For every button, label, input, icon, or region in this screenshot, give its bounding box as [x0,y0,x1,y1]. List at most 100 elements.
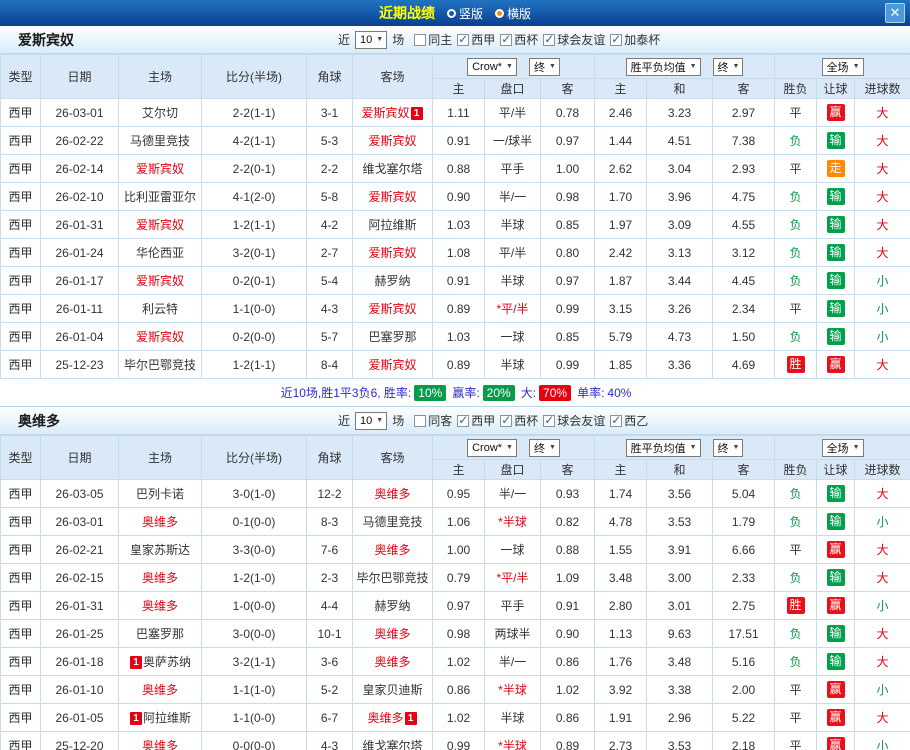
corner-cell: 5-3 [306,126,353,155]
away-team-cell: 皇家贝迪斯 [352,675,433,704]
avg-away-cell: 5.04 [712,479,776,508]
away-odds-cell: 0.99 [539,294,596,323]
recent-count-dropdown[interactable]: 10 ▼ [355,30,388,49]
col-let: 让球 [816,459,856,480]
close-button[interactable]: ✕ [885,3,905,23]
league-filter-checkbox[interactable]: 西杯 [500,31,538,48]
handicap-result-cell: 输 [816,563,856,592]
checkbox-icon [543,413,556,427]
col-avg-home: 主 [594,78,648,99]
avg-home-cell: 3.15 [594,294,648,323]
result-cell: 平 [774,98,818,127]
corner-cell: 5-4 [306,266,353,295]
home-odds-cell: 0.91 [432,126,485,155]
away-team-name: 毕尔巴鄂竞技 [356,571,429,585]
chevron-down-icon: ▼ [548,444,556,451]
layout-radio-option[interactable]: 竖版 [446,5,483,22]
odds-source-dropdown[interactable]: Crow* ▼ [467,57,517,76]
col-odds-away: 客 [539,459,596,480]
home-odds-cell: 1.11 [432,98,485,127]
chevron-down-icon: ▼ [732,444,740,451]
away-team-name: 奥维多 [374,487,411,501]
avg-dropdown[interactable]: 胜平负均值 ▼ [625,57,701,76]
full-match-dropdown[interactable]: 全场 ▼ [821,438,864,457]
avg-final-dropdown[interactable]: 终 ▼ [712,438,744,457]
corner-cell: 4-4 [306,591,353,620]
match-row: 西甲 26-01-11 利云特 1-1(0-0) 4-3 爱斯宾奴 0.89 *平/半 0.99… [0,294,910,323]
away-team-cell: 阿拉维斯 [352,210,433,239]
col-goals: 进球数 [854,459,910,480]
col-date: 日期 [40,435,119,480]
league-cell: 西甲 [0,703,41,732]
date-cell: 26-02-21 [40,535,119,564]
avg-value: 胜平负均值 [630,442,686,455]
odds-source-dropdown[interactable]: Crow* ▼ [467,438,517,457]
league-filter-checkbox[interactable]: 加泰杯 [610,31,660,48]
col-home: 主场 [118,435,202,480]
home-team-name: 马德里竞技 [129,134,190,148]
avg-home-cell: 1.55 [594,535,648,564]
checkbox-label: 加泰杯 [624,33,661,47]
avg-draw-cell: 3.04 [646,154,714,183]
match-row: 西甲 26-01-04 爱斯宾奴 0-2(0-0) 5-7 巴塞罗那 1.03 一球 0.85 5… [0,322,910,351]
avg-home-cell: 1.74 [594,479,648,508]
odds-final-dropdown[interactable]: 终 ▼ [528,438,560,457]
handicap-result-text: 输 [826,244,845,261]
match-row: 西甲 26-01-31 爱斯宾奴 1-2(1-1) 4-2 阿拉维斯 1.03 半球 0.85 1… [0,210,910,239]
avg-draw-cell: 3.91 [646,535,714,564]
handicap-cell: 两球半 [484,619,541,648]
team-name: 奥维多 [18,412,60,429]
chevron-down-icon: ▼ [852,444,860,451]
avg-draw-cell: 3.00 [646,563,714,592]
near-label: 近 [338,414,351,428]
odds-final-dropdown[interactable]: 终 ▼ [528,57,560,76]
full-match-dropdown[interactable]: 全场 ▼ [821,57,864,76]
league-filter-checkbox[interactable]: 球会友谊 [543,412,605,429]
match-row: 西甲 25-12-23 毕尔巴鄂竞技 1-2(1-1) 8-4 爱斯宾奴 0.89 半球 0.9… [0,350,910,379]
league-filter-checkbox[interactable]: 西乙 [610,412,648,429]
handicap-cell: 半球 [484,266,541,295]
league-filter-checkbox[interactable]: 西甲 [457,31,495,48]
avg-away-cell: 2.33 [712,563,776,592]
checkbox-label: 西甲 [471,33,496,47]
away-team-name: 马德里竞技 [362,515,423,529]
home-odds-cell: 1.02 [432,647,485,676]
home-team-cell: 毕尔巴鄂竞技 [118,350,202,379]
avg-draw-cell: 3.56 [646,479,714,508]
result-text: 平 [789,683,802,697]
date-cell: 26-03-01 [40,507,119,536]
league-filter-checkbox[interactable]: 西杯 [500,412,538,429]
home-odds-cell: 0.79 [432,563,485,592]
result-cell: 负 [774,563,818,592]
date-cell: 26-01-10 [40,675,119,704]
goals-result-text: 大 [876,134,889,148]
handicap-result-text: 赢 [826,356,845,373]
home-team-cell: 奥维多 [118,731,202,750]
away-odds-cell: 0.86 [539,647,596,676]
goals-result-cell: 小 [854,294,910,323]
league-cell: 西甲 [0,591,41,620]
away-odds-cell: 1.09 [539,563,596,592]
avg-dropdown[interactable]: 胜平负均值 ▼ [625,438,701,457]
layout-radio-option[interactable]: 横版 [495,5,531,22]
recent-count-value: 10 [360,33,373,46]
avg-draw-cell: 3.23 [646,98,714,127]
avg-away-cell: 6.66 [712,535,776,564]
home-odds-cell: 0.91 [432,266,485,295]
avg-value: 胜平负均值 [630,61,686,74]
recent-count-dropdown[interactable]: 10 ▼ [355,411,388,430]
league-filter-checkbox[interactable]: 西甲 [457,412,495,429]
recent-count-value: 10 [360,414,373,427]
goals-result-text: 小 [876,599,889,613]
goals-result-cell: 大 [854,210,910,239]
away-odds-cell: 0.97 [539,266,596,295]
avg-home-cell: 2.46 [594,98,648,127]
league-filter-checkbox[interactable]: 同客 [414,412,452,429]
league-filter-checkbox[interactable]: 球会友谊 [543,31,605,48]
league-filter-checkbox[interactable]: 同主 [414,31,452,48]
checkbox-label: 同主 [428,33,453,47]
corner-cell: 10-1 [306,619,353,648]
home-team-cell: 艾尔切 [118,98,202,127]
avg-final-dropdown[interactable]: 终 ▼ [712,57,744,76]
league-cell: 西甲 [0,350,41,379]
